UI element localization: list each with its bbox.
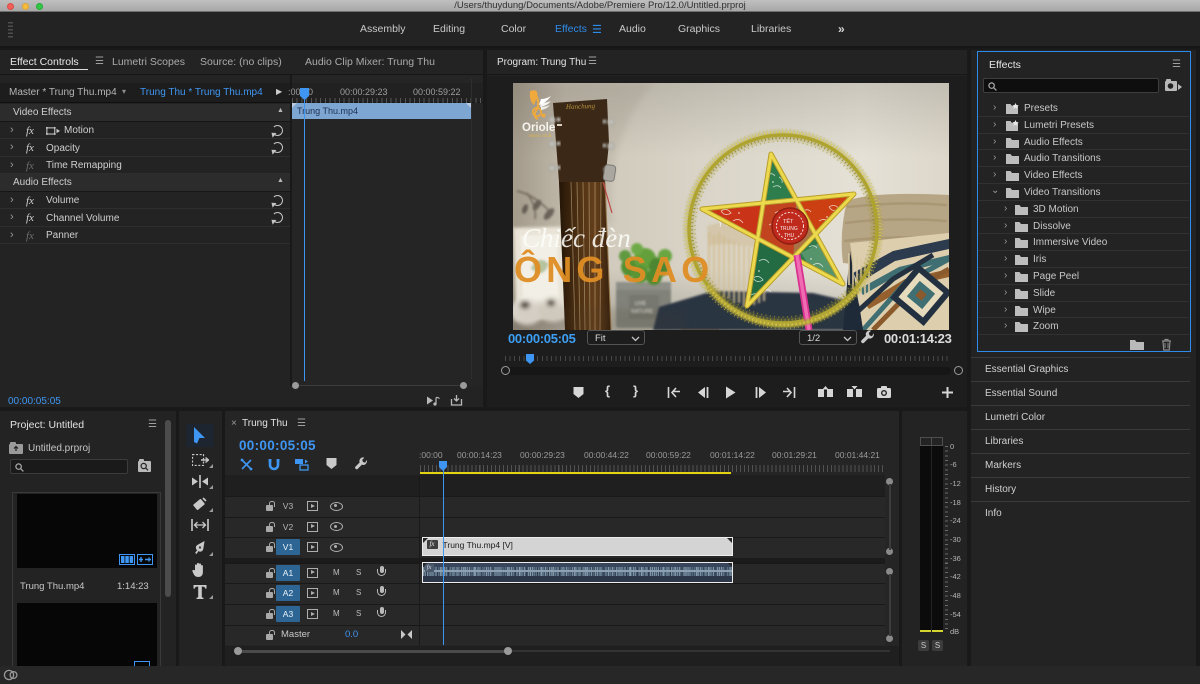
svg-text:LIVE: LIVE <box>635 301 647 307</box>
svg-text:TRUNG: TRUNG <box>780 226 798 232</box>
svg-text:TẾT: TẾT <box>783 218 794 225</box>
svg-text:ÔNG SAO: ÔNG SAO <box>514 248 713 290</box>
svg-text:Music Club: Music Club <box>529 133 552 138</box>
svg-text:Hanchung: Hanchung <box>565 102 596 111</box>
svg-text:THU: THU <box>784 233 795 239</box>
